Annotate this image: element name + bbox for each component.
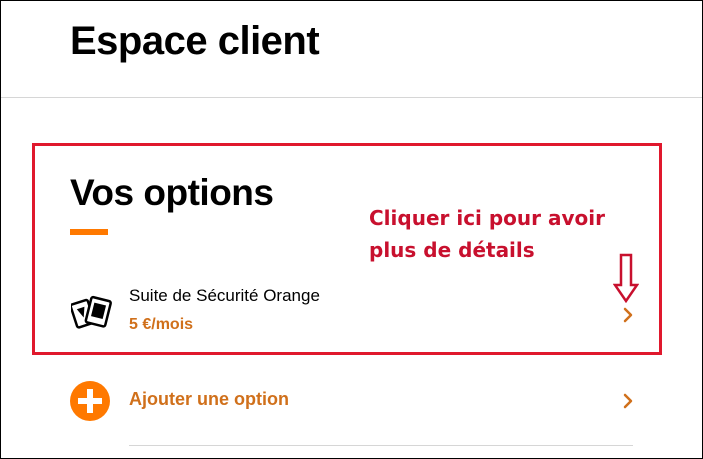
divider xyxy=(129,445,633,446)
plus-circle-icon[interactable] xyxy=(70,381,110,421)
annotation-text: Cliquer ici pour avoir plus de détails xyxy=(369,202,629,266)
annotation-line-1: Cliquer ici pour avoir xyxy=(369,206,605,230)
option-name: Suite de Sécurité Orange xyxy=(129,286,320,305)
chevron-right-icon[interactable] xyxy=(621,306,635,324)
option-price: 5 €/mois xyxy=(129,316,194,333)
page-title: Espace client xyxy=(70,19,320,63)
chevron-right-icon[interactable] xyxy=(621,392,635,410)
security-cards-icon xyxy=(71,295,112,329)
option-item-security-suite[interactable] xyxy=(35,271,659,351)
section-title: Vos options xyxy=(70,172,274,213)
add-option-link[interactable]: Ajouter une option xyxy=(129,389,289,410)
title-accent-bar xyxy=(70,229,108,235)
page-frame: Espace client Vos options Cliquer ici po… xyxy=(0,0,703,459)
annotation-line-2: plus de détails xyxy=(369,238,535,262)
